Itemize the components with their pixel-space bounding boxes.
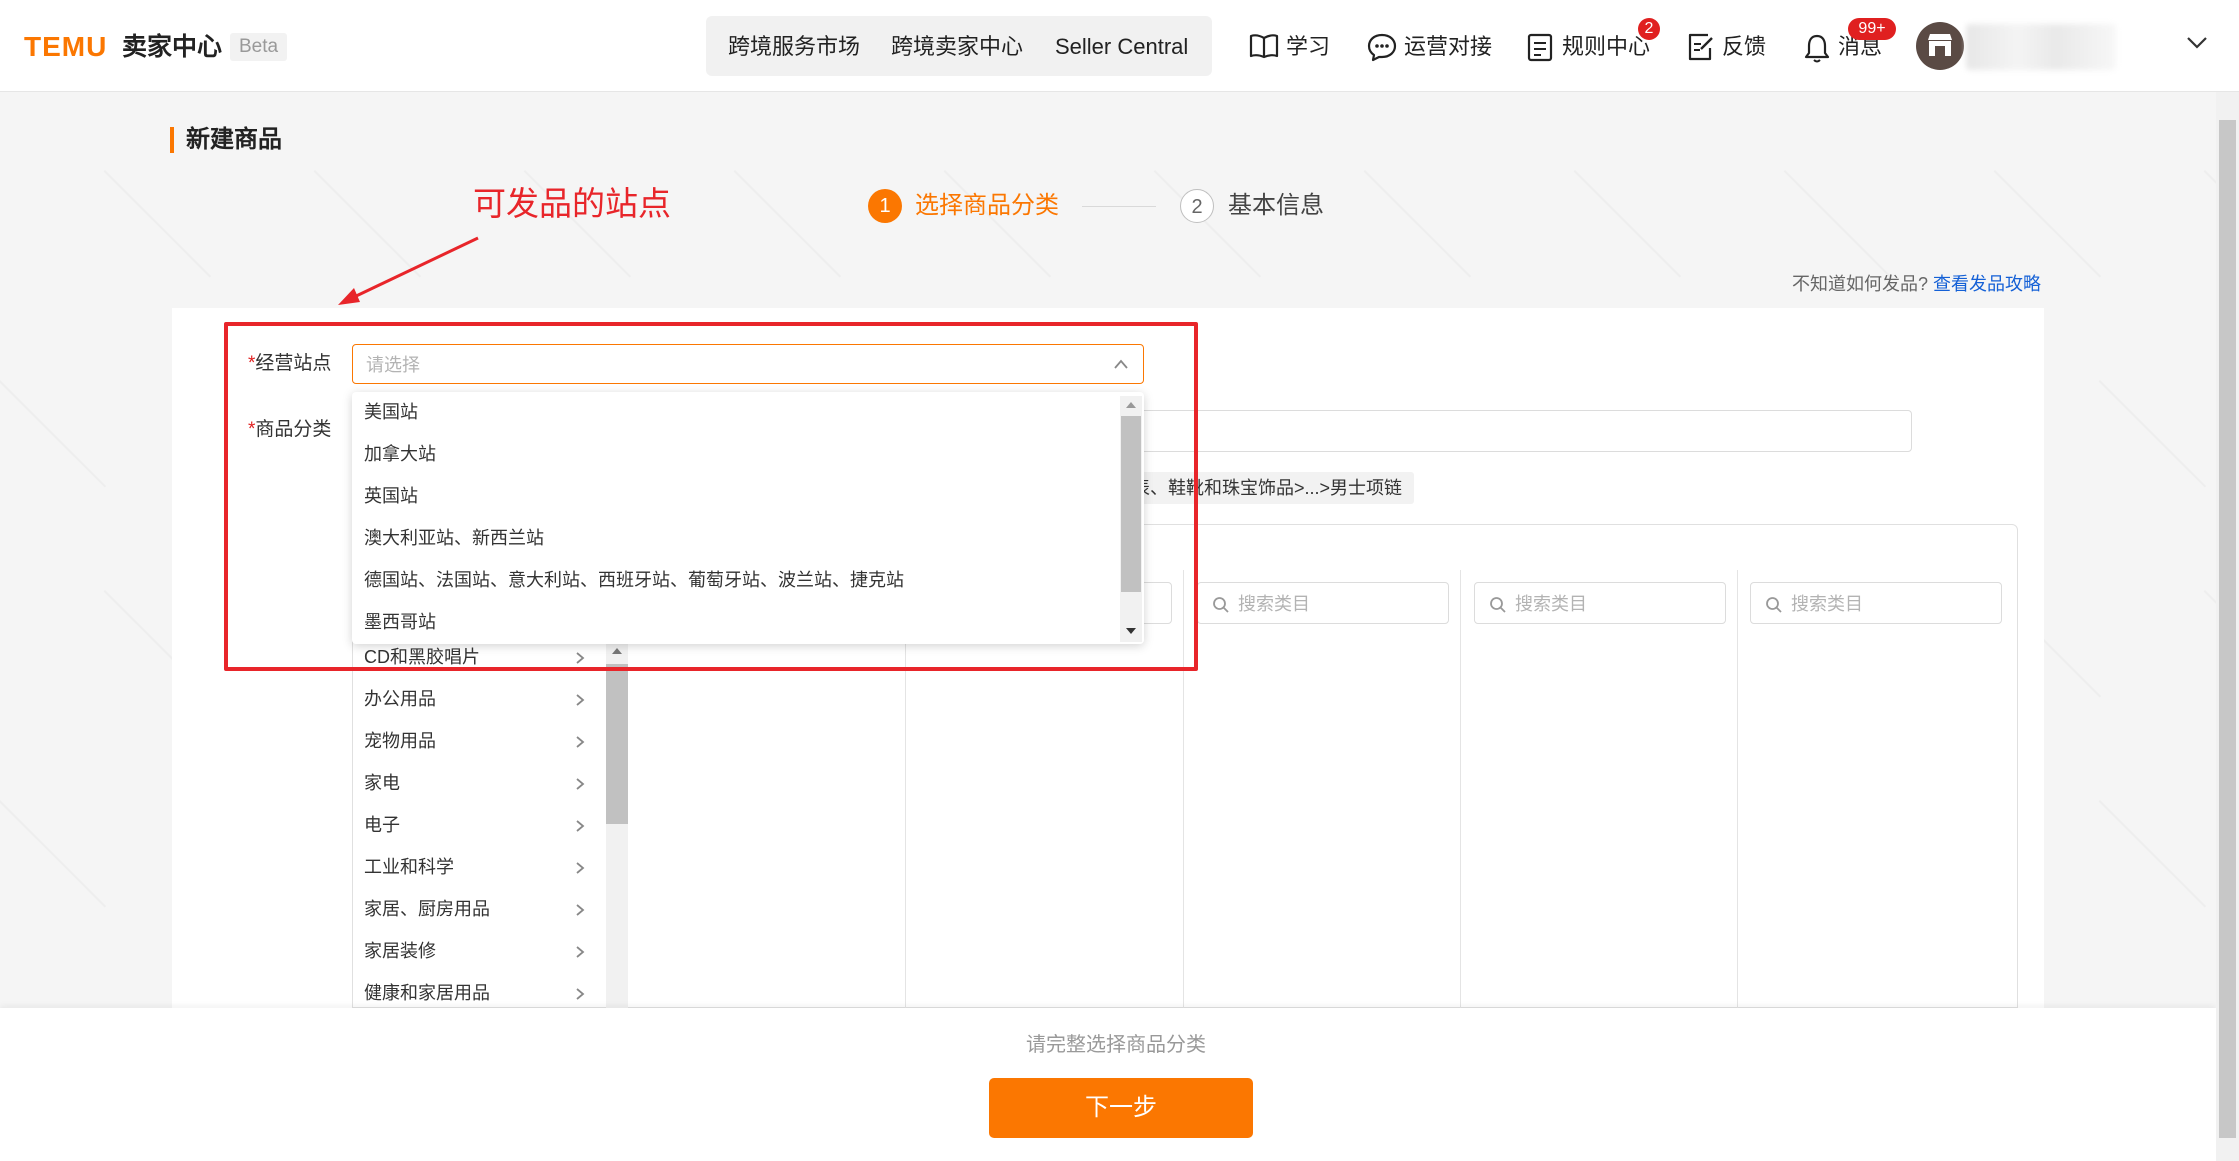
search-icon xyxy=(1766,597,1782,613)
chevron-right-icon xyxy=(576,778,585,790)
help-text: 不知道如何发品? xyxy=(1792,274,1929,294)
watermark-mark xyxy=(733,170,842,278)
chevron-right-icon xyxy=(576,988,585,1000)
page-scrollbar-thumb[interactable] xyxy=(2219,120,2236,1138)
beta-badge: Beta xyxy=(230,33,288,61)
seller-center-title: 卖家中心 xyxy=(122,33,223,61)
category-search-input[interactable]: 搜索类目 xyxy=(1197,582,1449,624)
feedback-label: 反馈 xyxy=(1722,34,1767,59)
chevron-right-icon xyxy=(576,736,585,748)
watermark-mark xyxy=(0,800,107,908)
column-divider xyxy=(1737,570,1738,1008)
category-item[interactable]: 工业和科学 xyxy=(364,855,454,879)
watermark-mark xyxy=(1993,170,2102,278)
shop-icon xyxy=(1928,34,1952,56)
category-item[interactable]: 办公用品 xyxy=(364,687,436,711)
step-2-number: 2 xyxy=(1180,189,1214,223)
ops-contact-label: 运营对接 xyxy=(1404,34,1493,59)
page-title-accent xyxy=(170,127,174,153)
column-divider xyxy=(1460,570,1461,1008)
nav-seller-central[interactable]: Seller Central xyxy=(1055,34,1188,60)
category-item[interactable]: 宠物用品 xyxy=(364,729,436,753)
chevron-right-icon xyxy=(576,946,585,958)
rules-center-button[interactable]: 规则中心 xyxy=(1526,30,1656,64)
watermark-mark xyxy=(0,380,107,488)
search-icon xyxy=(1490,597,1506,613)
watermark-mark xyxy=(1363,170,1472,278)
annotation-label: 可发品的站点 xyxy=(473,185,671,222)
bell-icon xyxy=(1804,34,1830,63)
category-input[interactable] xyxy=(1130,410,1912,452)
watermark-mark xyxy=(1783,170,1892,278)
watermark-mark xyxy=(943,170,1052,278)
feedback-button[interactable]: 反馈 xyxy=(1686,30,1772,64)
next-step-button[interactable]: 下一步 xyxy=(989,1078,1253,1138)
edit-note-icon xyxy=(1688,33,1713,61)
nav-cross-border-seller-center[interactable]: 跨境卖家中心 xyxy=(891,34,1023,60)
top-nav: 跨境服务市场 跨境卖家中心 Seller Central xyxy=(706,16,1212,76)
category-search-input[interactable]: 搜索类目 xyxy=(1474,582,1726,624)
watermark-mark xyxy=(2098,380,2207,488)
footer-hint: 请完整选择商品分类 xyxy=(1026,1034,1206,1056)
category-item[interactable]: 电子 xyxy=(364,813,400,837)
step-1-label: 选择商品分类 xyxy=(915,192,1059,219)
step-2-label: 基本信息 xyxy=(1228,192,1324,219)
book-icon xyxy=(1249,34,1279,59)
watermark-mark xyxy=(1153,170,1262,278)
chevron-right-icon xyxy=(576,904,585,916)
chevron-right-icon xyxy=(576,694,585,706)
category-scrollbar-thumb[interactable] xyxy=(606,664,628,824)
watermark-mark xyxy=(1573,170,1682,278)
learn-button[interactable]: 学习 xyxy=(1248,30,1332,64)
annotation-arrow xyxy=(338,236,479,305)
rules-badge: 2 xyxy=(1638,18,1660,40)
temu-logo[interactable]: TEMU xyxy=(24,30,107,64)
account-name-blurred[interactable] xyxy=(1966,24,2116,70)
rules-center-label: 规则中心 xyxy=(1562,34,1651,59)
messages-badge: 99+ xyxy=(1848,18,1896,40)
chat-icon xyxy=(1367,33,1397,62)
publish-help: 不知道如何发品? 查看发品攻略 xyxy=(1792,272,2041,296)
search-icon xyxy=(1213,597,1229,613)
step-1-number: 1 xyxy=(868,189,902,223)
watermark-mark xyxy=(103,170,212,278)
category-item[interactable]: 家居、厨房用品 xyxy=(364,897,490,921)
document-icon xyxy=(1527,33,1553,62)
step-connector xyxy=(1082,206,1156,207)
learn-label: 学习 xyxy=(1286,34,1331,59)
top-header: TEMU 卖家中心 Beta 跨境服务市场 跨境卖家中心 Seller Cent… xyxy=(0,0,2239,92)
page-title: 新建商品 xyxy=(186,126,282,153)
chevron-right-icon xyxy=(576,820,585,832)
category-item[interactable]: 健康和家居用品 xyxy=(364,981,490,1005)
avatar[interactable] xyxy=(1916,22,1964,70)
watermark-mark xyxy=(2098,800,2207,908)
chevron-right-icon xyxy=(576,862,585,874)
ops-contact-button[interactable]: 运营对接 xyxy=(1366,30,1496,64)
annotation-highlight-box xyxy=(224,322,1198,671)
help-link[interactable]: 查看发品攻略 xyxy=(1933,274,2041,294)
nav-cross-border-service-market[interactable]: 跨境服务市场 xyxy=(728,34,860,60)
category-search-input[interactable]: 搜索类目 xyxy=(1750,582,2002,624)
category-item[interactable]: 家电 xyxy=(364,771,400,795)
chevron-down-icon[interactable] xyxy=(2186,36,2208,50)
category-item[interactable]: 家居装修 xyxy=(364,939,436,963)
